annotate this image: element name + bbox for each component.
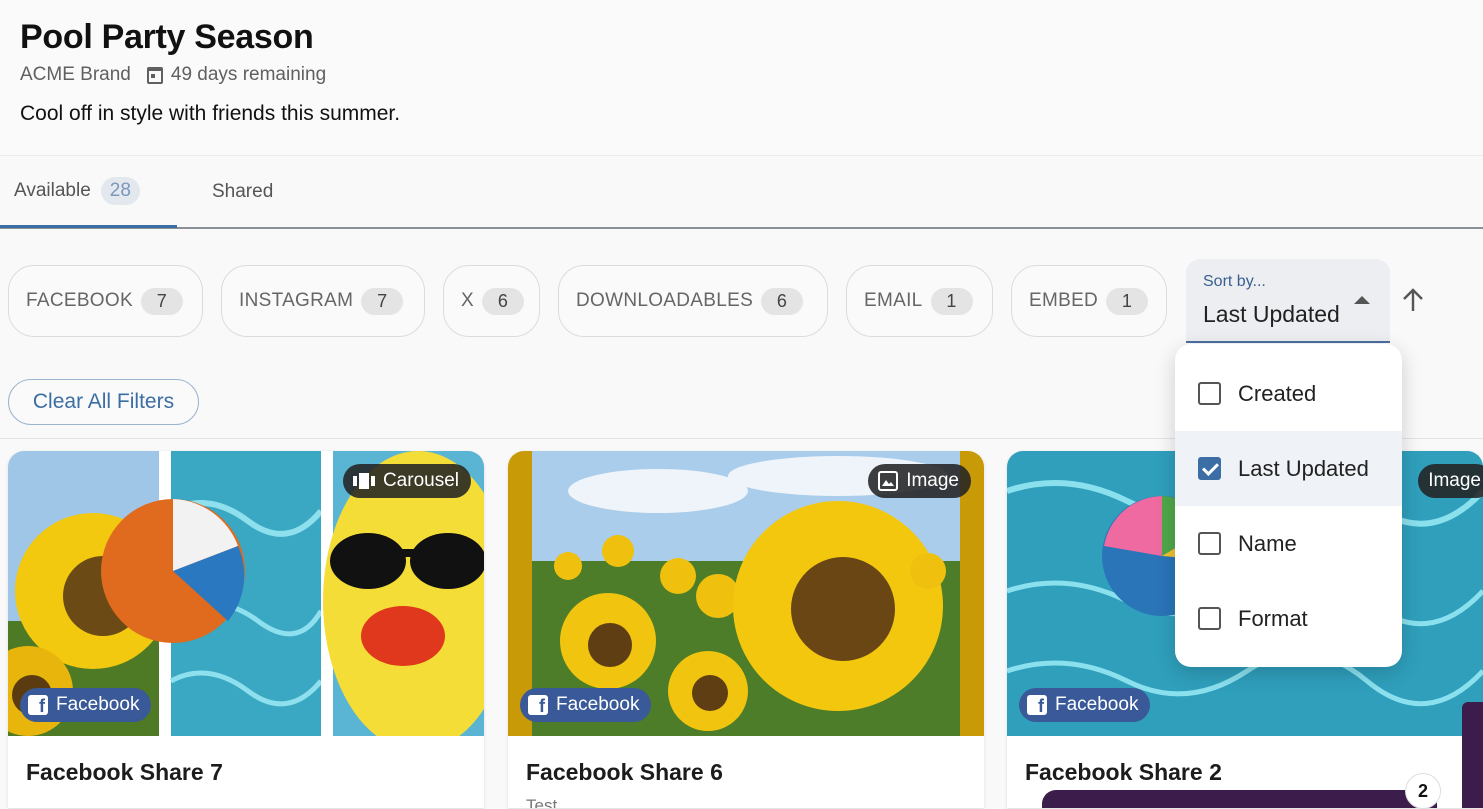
content-tabs: Available 28 Shared (0, 157, 1483, 229)
format-label: Image (906, 470, 959, 491)
notification-count-badge: 2 (1405, 773, 1441, 809)
sort-label: Sort by... (1203, 273, 1266, 290)
card-subtitle: Test (526, 796, 558, 808)
campaign-meta: ACME Brand 49 days remaining (20, 64, 326, 86)
card-title: Facebook Share 2 (1025, 759, 1222, 785)
chip-count: 7 (140, 287, 183, 315)
content-card[interactable]: Carousel f Facebook Facebook Share 7 (8, 451, 484, 808)
page-title: Pool Party Season (20, 18, 314, 56)
sort-direction-arrow-up-icon[interactable] (1400, 286, 1426, 316)
chat-widget-bar[interactable] (1042, 790, 1437, 808)
clear-all-filters-button[interactable]: Clear All Filters (8, 379, 199, 425)
chip-label: FACEBOOK (26, 290, 133, 311)
chip-count: 7 (361, 287, 404, 315)
platform-badge: f Facebook (520, 688, 652, 722)
facebook-icon: f (28, 695, 48, 716)
sort-option-created[interactable]: Created (1175, 356, 1402, 431)
platform-label: Facebook (56, 694, 140, 715)
platform-label: Facebook (556, 694, 640, 715)
chip-count: 6 (761, 287, 804, 315)
chip-label: EMAIL (864, 290, 923, 311)
format-badge: Image (1418, 464, 1483, 498)
sort-option-name[interactable]: Name (1175, 506, 1402, 581)
content-card[interactable]: Image f Facebook Facebook Share 6 Test (508, 451, 984, 808)
checkbox-icon (1198, 382, 1221, 405)
checkbox-icon (1198, 532, 1221, 555)
days-remaining: 49 days remaining (170, 64, 327, 85)
sort-option-last-updated[interactable]: Last Updated (1175, 431, 1402, 506)
filter-chip-x[interactable]: X 6 (443, 265, 540, 337)
campaign-header: Pool Party Season ACME Brand 49 days rem… (0, 0, 1483, 156)
filter-chip-email[interactable]: EMAIL 1 (846, 265, 993, 337)
brand-name: ACME Brand (20, 64, 131, 85)
campaign-description: Cool off in style with friends this summ… (20, 102, 401, 125)
chip-count: 1 (1106, 287, 1149, 315)
checkbox-icon (1198, 607, 1221, 630)
platform-badge: f Facebook (20, 688, 152, 722)
image-icon (878, 471, 899, 491)
facebook-icon: f (528, 695, 548, 716)
platform-label: Facebook (1055, 694, 1139, 715)
filter-chip-facebook[interactable]: FACEBOOK 7 (8, 265, 203, 337)
chip-label: X (461, 290, 474, 311)
chip-label: INSTAGRAM (239, 290, 354, 311)
carousel-icon (352, 473, 375, 489)
sort-select[interactable]: Sort by... Last Updated (1186, 259, 1390, 343)
filter-chip-embed[interactable]: EMBED 1 (1011, 265, 1167, 337)
option-label: Name (1238, 530, 1297, 556)
option-label: Format (1238, 605, 1308, 631)
side-panel-edge[interactable] (1462, 702, 1483, 808)
facebook-icon: f (1027, 695, 1047, 716)
tab-count-badge: 28 (100, 177, 140, 205)
format-badge: Image (868, 464, 971, 498)
calendar-icon (146, 66, 163, 84)
option-label: Last Updated (1238, 455, 1369, 481)
sort-dropdown-menu: Created Last Updated Name Format (1175, 344, 1402, 667)
chip-count: 1 (930, 287, 973, 315)
tab-label: Available (14, 180, 91, 201)
platform-badge: f Facebook (1019, 688, 1151, 722)
format-label: Carousel (382, 470, 459, 491)
chip-label: DOWNLOADABLES (576, 290, 754, 311)
tab-shared[interactable]: Shared (212, 157, 273, 227)
tab-available[interactable]: Available 28 (0, 157, 177, 228)
filter-chip-downloadables[interactable]: DOWNLOADABLES 6 (558, 265, 828, 337)
format-label: Image (1428, 470, 1481, 491)
sort-option-format[interactable]: Format (1175, 581, 1402, 656)
card-title: Facebook Share 6 (526, 759, 723, 785)
sort-value: Last Updated (1203, 301, 1340, 327)
format-badge: Carousel (342, 464, 471, 498)
chip-count: 6 (481, 287, 524, 315)
tab-label: Shared (212, 181, 274, 202)
chip-label: EMBED (1029, 290, 1099, 311)
filter-chip-instagram[interactable]: INSTAGRAM 7 (221, 265, 425, 337)
card-title: Facebook Share 7 (26, 759, 223, 785)
option-label: Created (1238, 380, 1317, 406)
checkbox-checked-icon (1198, 457, 1221, 480)
caret-up-icon (1354, 296, 1370, 304)
